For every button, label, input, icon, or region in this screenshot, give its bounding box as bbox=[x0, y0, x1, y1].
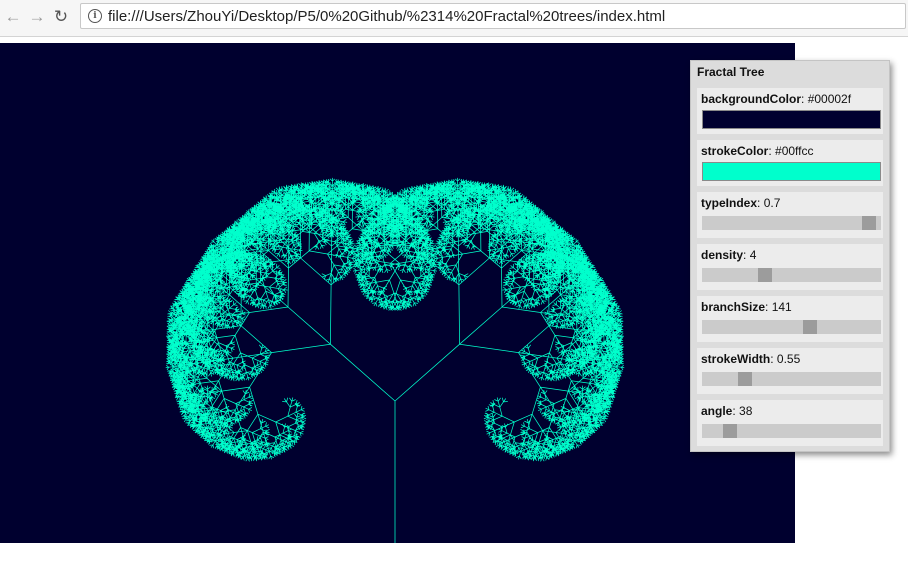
control-label: strokeWidth bbox=[701, 352, 771, 366]
stroke-color-swatch[interactable] bbox=[702, 162, 881, 181]
control-background-color: backgroundColor: #00002f bbox=[697, 88, 883, 134]
control-label: branchSize bbox=[701, 300, 766, 314]
slider-thumb[interactable] bbox=[862, 216, 876, 230]
angle-slider[interactable] bbox=[702, 424, 881, 438]
control-value: #00002f bbox=[807, 92, 852, 106]
type-index-slider[interactable] bbox=[702, 216, 881, 230]
control-stroke-width: strokeWidth: 0.55 bbox=[697, 348, 883, 394]
gui-panel: Fractal Tree backgroundColor: #00002f st… bbox=[690, 60, 890, 452]
gui-title: Fractal Tree bbox=[697, 65, 765, 79]
fractal-canvas[interactable] bbox=[0, 43, 795, 543]
address-bar[interactable]: i file:///Users/ZhouYi/Desktop/P5/0%20Gi… bbox=[80, 3, 906, 29]
control-value: 4 bbox=[749, 248, 757, 262]
slider-thumb[interactable] bbox=[738, 372, 752, 386]
control-label: angle bbox=[701, 404, 733, 418]
density-slider[interactable] bbox=[702, 268, 881, 282]
canvas-background bbox=[0, 43, 795, 543]
control-value: 0.55 bbox=[776, 352, 801, 366]
branch-size-slider[interactable] bbox=[702, 320, 881, 334]
reload-icon[interactable]: ↻ bbox=[50, 6, 72, 28]
slider-thumb[interactable] bbox=[803, 320, 817, 334]
forward-arrow-icon[interactable]: → bbox=[26, 6, 48, 28]
info-icon[interactable]: i bbox=[88, 9, 102, 23]
control-label: strokeColor bbox=[701, 144, 769, 158]
control-angle: angle: 38 bbox=[697, 400, 883, 446]
browser-toolbar: ← → ↻ i file:///Users/ZhouYi/Desktop/P5/… bbox=[0, 0, 908, 37]
control-type-index: typeIndex: 0.7 bbox=[697, 192, 883, 238]
slider-thumb[interactable] bbox=[723, 424, 737, 438]
control-value: 38 bbox=[739, 404, 753, 418]
control-density: density: 4 bbox=[697, 244, 883, 290]
url-text[interactable]: file:///Users/ZhouYi/Desktop/P5/0%20Gith… bbox=[108, 8, 665, 25]
control-value: 141 bbox=[771, 300, 792, 314]
control-stroke-color: strokeColor: #00ffcc bbox=[697, 140, 883, 186]
stroke-width-slider[interactable] bbox=[702, 372, 881, 386]
background-color-swatch[interactable] bbox=[702, 110, 881, 129]
control-label: backgroundColor bbox=[701, 92, 802, 106]
control-branch-size: branchSize: 141 bbox=[697, 296, 883, 342]
control-value: #00ffcc bbox=[775, 144, 814, 158]
control-label: typeIndex bbox=[701, 196, 758, 210]
control-value: 0.7 bbox=[763, 196, 781, 210]
control-label: density bbox=[701, 248, 744, 262]
back-arrow-icon[interactable]: ← bbox=[2, 6, 24, 28]
slider-thumb[interactable] bbox=[758, 268, 772, 282]
